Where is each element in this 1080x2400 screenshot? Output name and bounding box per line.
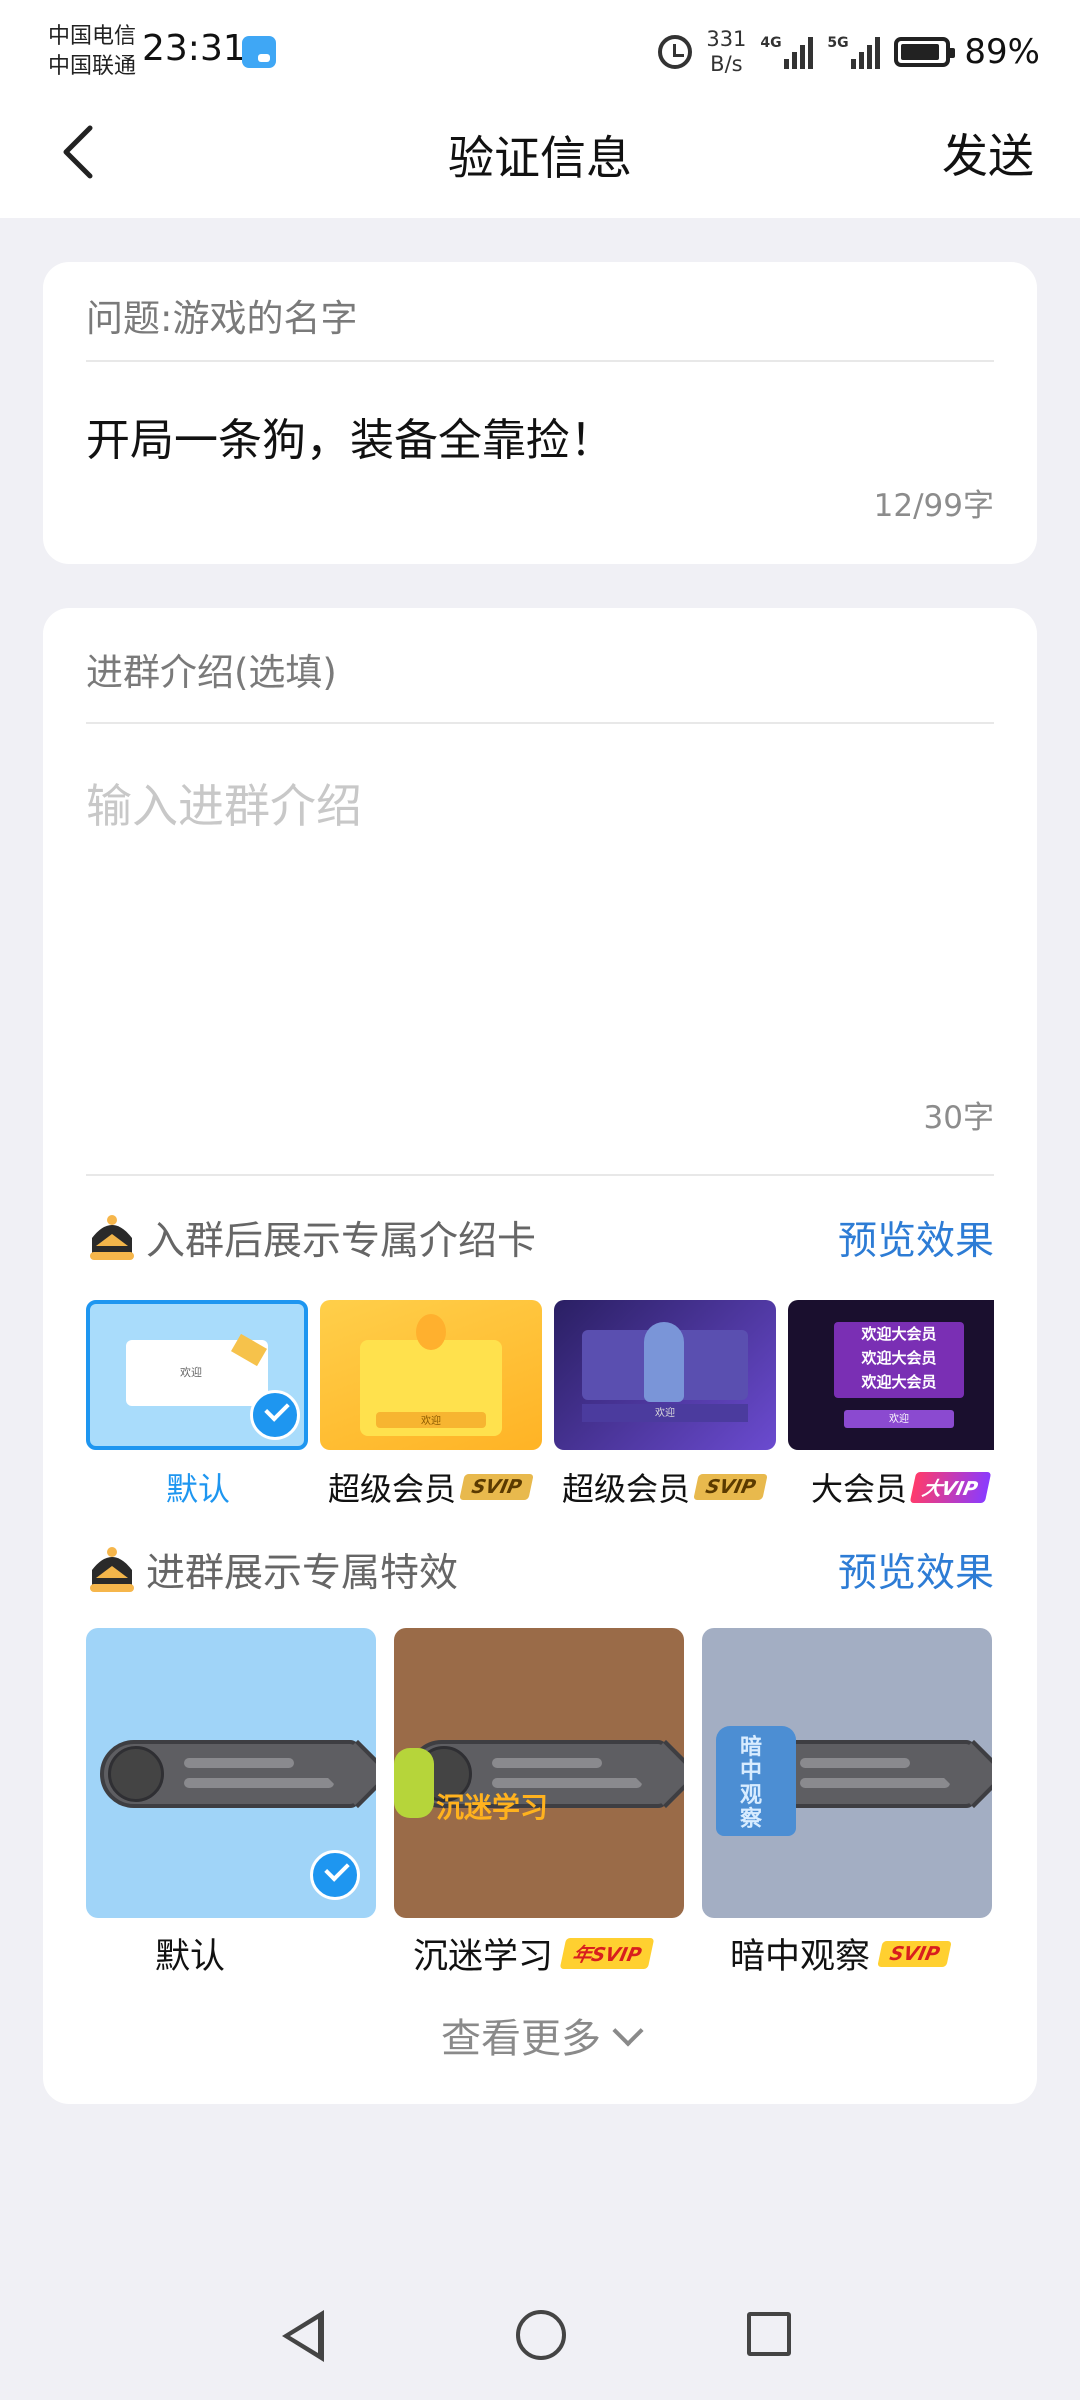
network-speed: 331 B/s xyxy=(706,27,747,76)
intro-card-option-label: 默认 xyxy=(166,1470,231,1508)
divider xyxy=(86,722,994,724)
intro-card-option-svip-2[interactable]: 欢迎 xyxy=(554,1300,776,1450)
effects-section-title: 进群展示专属特效 xyxy=(146,1551,459,1596)
effect-option-label: 暗中观察 SVIP xyxy=(730,1928,953,1979)
battery-percent: 89% xyxy=(964,32,1040,72)
see-more-button[interactable]: 查看更多 xyxy=(43,2006,1037,2064)
svip-badge: SVIP xyxy=(693,1474,769,1500)
notification-app-icon xyxy=(242,36,276,68)
selected-check-icon xyxy=(310,1850,360,1900)
signal-icon-sim2: 5G xyxy=(827,35,881,69)
intro-card-section-header: 入群后展示专属介绍卡 预览效果 xyxy=(86,1208,994,1268)
penguin-crown-icon xyxy=(90,1547,134,1592)
page-title: 验证信息 xyxy=(448,131,632,185)
intro-card-option-svip-1[interactable]: 欢迎 xyxy=(320,1300,542,1450)
send-button[interactable]: 发送 xyxy=(942,120,1034,186)
intro-card-option-label: 超级会员 SVIP xyxy=(562,1464,769,1510)
question-label: 问题:游戏的名字 xyxy=(86,297,358,340)
effect-option-study[interactable]: 沉迷学习 xyxy=(394,1628,684,1918)
effect-option-label: 沉迷学习 年SVIP xyxy=(413,1928,655,1979)
system-back-icon[interactable] xyxy=(282,2310,324,2362)
effect-option-label: 默认 xyxy=(155,1937,226,1977)
answer-input[interactable]: 开局一条狗，装备全靠捡！ xyxy=(86,404,614,468)
carrier-1: 中国电信 xyxy=(48,24,137,49)
effects-section-header: 进群展示专属特效 预览效果 xyxy=(86,1540,994,1600)
status-icons: 331 B/s 4G 5G 89% xyxy=(658,24,1040,80)
signal-icon-sim1: 4G xyxy=(760,35,814,69)
svip-badge: SVIP xyxy=(459,1474,535,1500)
intro-card-options: 欢迎 欢迎 欢迎 欢迎大会员 欢迎大会员 欢迎大会员 欢迎 xyxy=(86,1300,994,1450)
status-bar: 中国电信 中国联通 23:31 331 B/s 4G 5G 89% xyxy=(0,0,1080,100)
intro-label: 进群介绍(选填) xyxy=(86,651,337,694)
answer-char-count: 12/99字 xyxy=(873,488,994,524)
penguin-crown-icon xyxy=(90,1215,134,1260)
divider xyxy=(86,360,994,362)
system-navigation-bar xyxy=(0,2280,1080,2400)
header-bar: 验证信息 发送 xyxy=(0,100,1080,218)
clock: 23:31 xyxy=(142,28,246,69)
intro-card-option-default[interactable]: 欢迎 xyxy=(86,1300,308,1450)
carrier-2: 中国联通 xyxy=(48,54,137,79)
system-home-icon[interactable] xyxy=(516,2310,566,2360)
question-card: 问题:游戏的名字 开局一条狗，装备全靠捡！ 12/99字 xyxy=(43,262,1037,564)
intro-card-option-bigvip[interactable]: 欢迎大会员 欢迎大会员 欢迎大会员 欢迎 xyxy=(788,1300,994,1450)
intro-card-preview-link[interactable]: 预览效果 xyxy=(838,1210,994,1266)
svip-badge: SVIP xyxy=(877,1940,953,1967)
divider xyxy=(86,1174,994,1176)
intro-card-option-label: 超级会员 SVIP xyxy=(328,1464,535,1510)
effects-preview-link[interactable]: 预览效果 xyxy=(838,1542,994,1598)
intro-card: 进群介绍(选填) 输入进群介绍 30字 入群后展示专属介绍卡 预览效果 欢迎 欢… xyxy=(43,608,1037,2104)
carrier-info: 中国电信 中国联通 xyxy=(48,22,136,82)
system-recents-icon[interactable] xyxy=(747,2312,791,2356)
chevron-down-icon xyxy=(612,2015,644,2047)
year-svip-badge: 年SVIP xyxy=(559,1938,655,1969)
selected-check-icon xyxy=(250,1390,300,1440)
intro-input[interactable]: 输入进群介绍 xyxy=(86,770,986,836)
effect-option-watching[interactable]: 暗中观察 xyxy=(702,1628,992,1918)
effect-option-default[interactable] xyxy=(86,1628,376,1918)
battery-icon xyxy=(894,37,956,67)
alarm-icon xyxy=(658,35,693,69)
intro-card-option-label: 大会员 大VIP xyxy=(811,1464,992,1510)
intro-char-limit: 30字 xyxy=(923,1100,994,1136)
intro-card-section-title: 入群后展示专属介绍卡 xyxy=(146,1219,537,1264)
bigvip-badge: 大VIP xyxy=(909,1471,992,1503)
